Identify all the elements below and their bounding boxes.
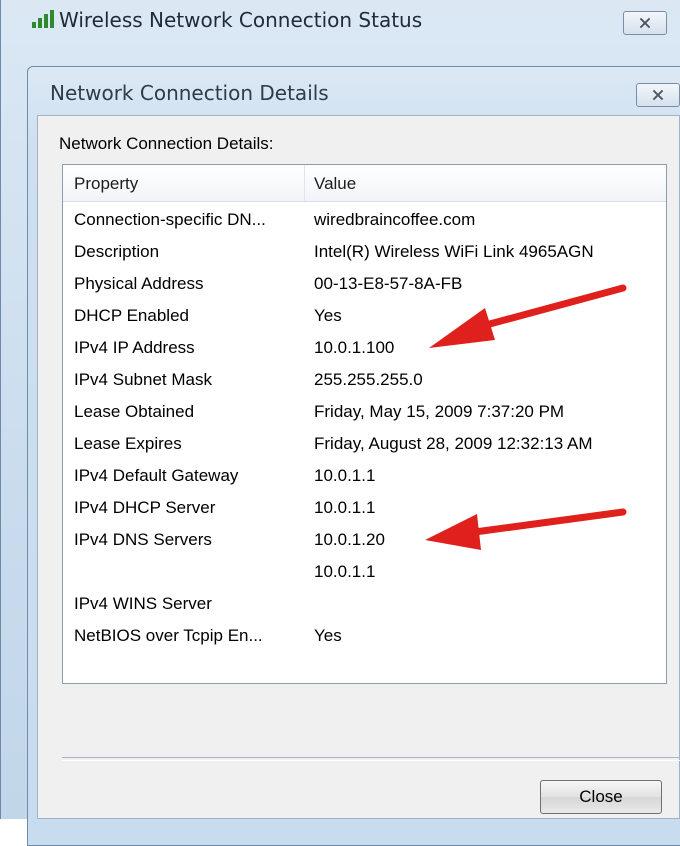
property-cell: Physical Address (74, 274, 204, 293)
table-row[interactable]: IPv4 Subnet Mask 255.255.255.0 (63, 366, 666, 398)
property-cell: Description (74, 242, 160, 261)
red-arrow-icon (425, 508, 627, 550)
outer-close-button[interactable] (623, 11, 667, 35)
value-cell: 10.0.1.1 (314, 498, 376, 517)
signal-bars-icon (32, 10, 54, 28)
close-button[interactable]: Close (540, 780, 662, 814)
dialog-title: Network Connection Details (50, 81, 329, 105)
value-cell: Intel(R) Wireless WiFi Link 4965AGN (314, 242, 594, 261)
column-divider[interactable] (304, 165, 305, 201)
button-separator (62, 757, 680, 761)
value-cell: Friday, May 15, 2009 7:37:20 PM (314, 402, 565, 421)
value-cell: 10.0.1.20 (314, 530, 385, 549)
table-row[interactable]: Lease Obtained Friday, May 15, 2009 7:37:… (63, 398, 666, 430)
column-header-value[interactable]: Value (314, 174, 356, 194)
property-cell: IPv4 DHCP Server (74, 498, 216, 517)
close-icon (639, 17, 651, 29)
table-row[interactable]: 10.0.1.1 (63, 558, 666, 590)
table-row[interactable]: Connection-specific DN... wiredbraincoffe… (63, 206, 666, 238)
property-cell: IPv4 WINS Server (74, 594, 212, 613)
property-cell: DHCP Enabled (74, 306, 189, 325)
list-rows: Connection-specific DN... wiredbraincoffe… (63, 206, 666, 654)
column-header-property[interactable]: Property (74, 174, 138, 194)
value-cell: 10.0.1.1 (314, 466, 376, 485)
close-icon (652, 89, 664, 101)
list-header: Property Value (63, 165, 666, 202)
value-cell: wiredbraincoffee.com (314, 210, 476, 229)
property-cell: IPv4 Subnet Mask (74, 370, 212, 389)
property-cell: NetBIOS over Tcpip En... (74, 626, 263, 645)
details-list[interactable]: Property Value Connection-specific DN...… (62, 164, 667, 684)
property-cell: IPv4 Default Gateway (74, 466, 239, 485)
value-cell: 10.0.1.100 (314, 338, 395, 357)
property-cell: IPv4 DNS Servers (74, 530, 212, 549)
value-cell: Yes (314, 626, 342, 645)
value-cell: 10.0.1.1 (314, 562, 376, 581)
outer-title-bar: Wireless Network Connection Status (1, 0, 680, 36)
table-row[interactable]: IPv4 WINS Server (63, 590, 666, 622)
outer-window-title: Wireless Network Connection Status (59, 8, 423, 32)
table-row[interactable]: NetBIOS over Tcpip En... Yes (63, 622, 666, 654)
value-cell: Friday, August 28, 2009 12:32:13 AM (314, 434, 593, 453)
value-cell: 255.255.255.0 (314, 370, 423, 389)
dialog-close-button[interactable] (636, 83, 680, 107)
table-row[interactable]: IPv4 Default Gateway 10.0.1.1 (63, 462, 666, 494)
red-arrow-icon (429, 284, 627, 348)
table-row[interactable]: Lease Expires Friday, August 28, 2009 12:… (63, 430, 666, 462)
property-cell: IPv4 IP Address (74, 338, 195, 357)
property-cell: Connection-specific DN... (74, 210, 266, 229)
table-row[interactable]: Description Intel(R) Wireless WiFi Link 4… (63, 238, 666, 270)
property-cell: Lease Obtained (74, 402, 195, 421)
property-cell: Lease Expires (74, 434, 182, 453)
section-label: Network Connection Details: (59, 134, 274, 153)
value-cell: Yes (314, 306, 342, 325)
